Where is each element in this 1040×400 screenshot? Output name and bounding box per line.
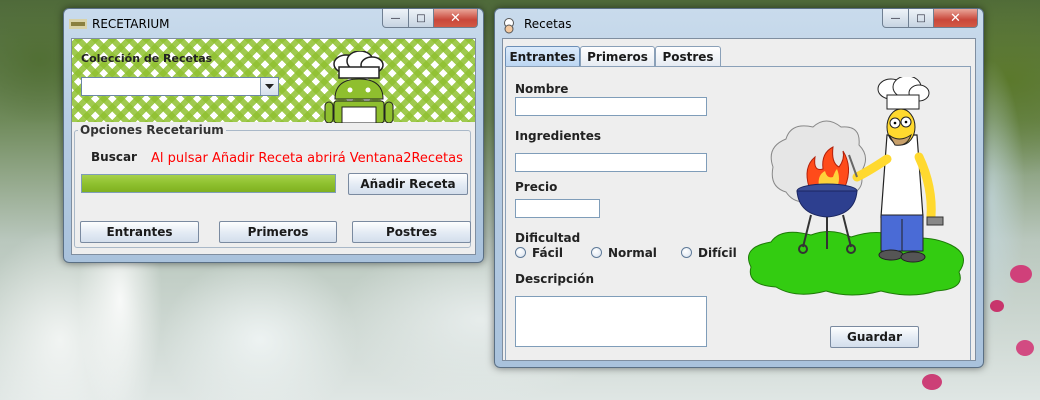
radio-dificil[interactable] <box>681 247 692 258</box>
radio-dificil-label: Difícil <box>698 246 737 260</box>
tab-primeros[interactable]: Primeros <box>580 46 655 66</box>
coleccion-label: Colección de Recetas <box>81 52 213 65</box>
close-button[interactable]: ✕ <box>934 9 978 28</box>
recetas-window: Recetas — □ ✕ Entrantes Primeros Postres… <box>494 8 984 368</box>
add-recipe-button[interactable]: Añadir Receta <box>348 173 468 195</box>
chef-icon <box>504 18 514 34</box>
android-chef-image <box>324 51 394 123</box>
window-title: Recetas <box>524 17 572 31</box>
guardar-button[interactable]: Guardar <box>830 326 919 348</box>
tab-panel: Nombre Ingredientes Precio Dificultad Fá… <box>505 66 971 360</box>
radio-facil[interactable] <box>515 247 526 258</box>
progress-fill <box>82 175 335 192</box>
tab-entrantes[interactable]: Entrantes <box>505 46 580 66</box>
entrantes-button[interactable]: Entrantes <box>80 221 199 243</box>
content-pane: Colección de Recetas Opciones Recetarium… <box>71 38 476 255</box>
flower-decoration <box>922 374 942 390</box>
descripcion-label: Descripción <box>515 272 594 286</box>
radio-normal-label: Normal <box>608 246 657 260</box>
precio-field[interactable] <box>515 199 600 218</box>
caption-buttons: — □ ✕ <box>882 9 978 28</box>
ingredientes-label: Ingredientes <box>515 129 602 143</box>
nombre-field[interactable] <box>515 97 707 116</box>
homer-bbq-image <box>748 77 964 296</box>
dificultad-label: Dificultad <box>515 231 581 245</box>
title-bar[interactable]: Recetas — □ ✕ <box>495 9 983 37</box>
postres-button[interactable]: Postres <box>352 221 471 243</box>
ingredientes-field[interactable] <box>515 153 707 172</box>
buscar-label: Buscar <box>91 150 137 164</box>
caption-buttons: — □ ✕ <box>382 9 478 28</box>
primeros-button[interactable]: Primeros <box>219 221 337 243</box>
chevron-down-icon <box>265 84 274 89</box>
window-title: RECETARIUM <box>92 17 170 31</box>
flower-decoration <box>1016 340 1034 356</box>
minimize-button[interactable]: — <box>382 9 409 28</box>
java-app-icon <box>69 19 87 29</box>
maximize-button[interactable]: □ <box>909 9 934 28</box>
maximize-button[interactable]: □ <box>409 9 434 28</box>
recetas-combobox[interactable] <box>81 77 279 96</box>
title-bar[interactable]: RECETARIUM — □ ✕ <box>64 9 483 37</box>
info-message: Al pulsar Añadir Receta abrirá Ventana2R… <box>151 151 463 166</box>
flower-decoration <box>1010 265 1032 283</box>
opciones-label: Opciones Recetarium <box>78 123 226 137</box>
content-pane: Entrantes Primeros Postres Nombre Ingred… <box>502 38 976 361</box>
combobox-arrow[interactable] <box>260 78 278 95</box>
tab-bar: Entrantes Primeros Postres <box>505 46 975 67</box>
descripcion-textarea[interactable] <box>515 296 707 347</box>
nombre-label: Nombre <box>515 82 569 96</box>
minimize-button[interactable]: — <box>882 9 909 28</box>
tab-postres[interactable]: Postres <box>655 46 721 66</box>
search-progress-bar <box>81 174 336 193</box>
recetarium-window: RECETARIUM — □ ✕ Colección de Recetas Op… <box>63 8 484 263</box>
radio-normal[interactable] <box>591 247 602 258</box>
flower-decoration <box>990 300 1004 312</box>
precio-label: Precio <box>515 180 558 194</box>
radio-facil-label: Fácil <box>532 246 563 260</box>
close-button[interactable]: ✕ <box>434 9 478 28</box>
